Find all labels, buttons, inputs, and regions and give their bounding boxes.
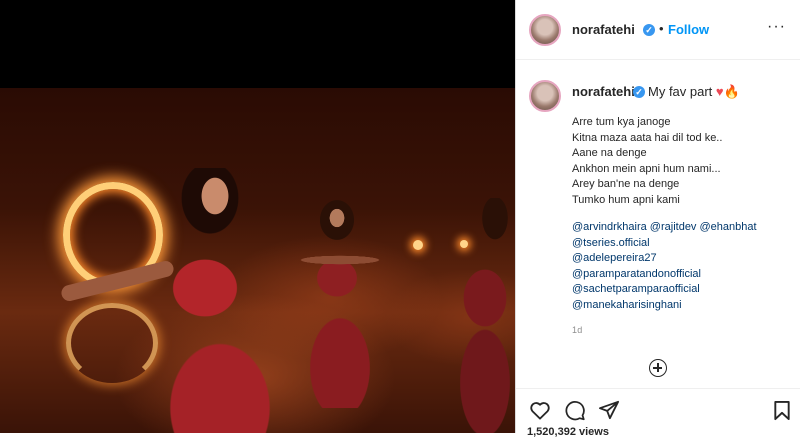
lyric-line: Arre tum kya janoge [572, 116, 671, 128]
mention-link[interactable]: @adelepereira27 [572, 251, 757, 267]
mention-link[interactable]: @paramparatandonofficial [572, 267, 757, 283]
heart-emoji-icon: ♥ [715, 84, 724, 99]
actions-divider [516, 388, 800, 389]
flame [460, 240, 468, 248]
follow-button[interactable]: Follow [668, 22, 709, 37]
mention-link[interactable]: @tseries.official [572, 236, 757, 252]
lyric-line: Ankhon mein apni hum nami... [572, 162, 721, 175]
post-time[interactable]: 1d [572, 325, 583, 335]
mention-link[interactable]: @sachetparamparaofficial [572, 282, 757, 298]
caption-username[interactable]: norafatehi [572, 84, 635, 99]
share-icon[interactable] [598, 400, 620, 420]
verified-badge-icon: ✓ [633, 86, 645, 98]
view-count[interactable]: 1,520,392 views [527, 426, 609, 438]
fire-ring-reflection [66, 303, 158, 383]
lyric-line: Arey ban'ne na denge [572, 178, 680, 191]
avatar[interactable] [529, 14, 561, 46]
caption-text: My fav part [648, 84, 713, 99]
fire-emoji-icon: 🔥 [723, 84, 740, 99]
comment-icon[interactable] [564, 400, 586, 421]
add-comment-icon[interactable] [649, 359, 667, 377]
lyric-line: Aane na denge [572, 147, 647, 160]
more-options-button[interactable]: ··· [767, 18, 786, 36]
lyric-line: Tumko hum apni kami [572, 193, 680, 206]
caption-lyrics: Arre tum kya janoge Kitna maza aata hai … [572, 115, 722, 209]
mention-link[interactable]: @arvindrkhaira @rajitdev @ehanbhat [572, 220, 757, 236]
like-icon[interactable] [529, 400, 551, 420]
caption-mentions: @arvindrkhaira @rajitdev @ehanbhat @tser… [572, 220, 757, 314]
caption-first-line: My fav part ♥🔥 [648, 84, 740, 100]
username-link[interactable]: norafatehi [572, 22, 635, 37]
caption-avatar[interactable] [529, 80, 561, 112]
flame [413, 240, 423, 250]
post-media[interactable] [0, 0, 515, 433]
video-frame [0, 88, 515, 433]
separator-dot: • [659, 21, 664, 36]
background-dancer-1 [285, 198, 395, 408]
lyric-line: Kitna maza aata hai dil tod ke.. [572, 131, 723, 144]
mention-link[interactable]: @manekaharisinghani [572, 298, 757, 314]
background-dancer-2 [440, 198, 515, 433]
media-divider [515, 0, 516, 433]
save-icon[interactable] [773, 400, 791, 421]
main-dancer [160, 168, 280, 433]
verified-badge-icon: ✓ [643, 24, 655, 36]
